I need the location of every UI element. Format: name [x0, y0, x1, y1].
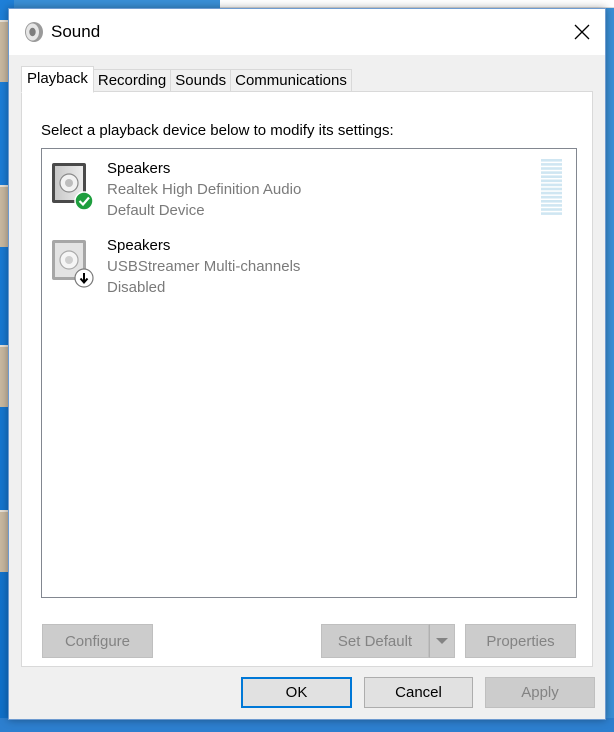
tab-playback[interactable]: Playback: [21, 66, 94, 93]
set-default-button[interactable]: Set Default: [321, 624, 429, 658]
background-window-edge: [220, 0, 614, 8]
device-status: Default Device: [107, 202, 205, 219]
instruction-text: Select a playback device below to modify…: [41, 122, 394, 139]
speaker-device-icon-disabled: [52, 240, 94, 288]
title-bar[interactable]: Sound: [9, 9, 605, 55]
meter-segment: [541, 208, 562, 211]
meter-segment: [541, 175, 562, 178]
device-name: Speakers: [107, 237, 171, 254]
device-status: Disabled: [107, 279, 166, 296]
taskbar-edge: [0, 718, 614, 732]
meter-segment: [541, 204, 562, 207]
properties-button[interactable]: Properties: [465, 624, 576, 658]
meter-segment: [541, 212, 562, 215]
meter-segment: [541, 191, 562, 195]
tab-recording[interactable]: Recording: [93, 69, 172, 92]
meter-segment: [541, 187, 562, 191]
device-list[interactable]: Speakers Realtek High Definition Audio D…: [41, 148, 577, 598]
close-icon: [574, 24, 590, 40]
cancel-button[interactable]: Cancel: [364, 677, 473, 708]
meter-segment: [541, 163, 562, 166]
down-arrow-icon: [74, 268, 94, 288]
meter-segment: [541, 171, 562, 174]
ok-button[interactable]: OK: [241, 677, 352, 708]
device-item-usbstreamer[interactable]: Speakers USBStreamer Multi-channels Disa…: [42, 226, 562, 298]
meter-segment: [541, 195, 562, 199]
close-button[interactable]: [559, 9, 605, 55]
configure-button[interactable]: Configure: [42, 624, 153, 658]
device-description: USBStreamer Multi-channels: [107, 258, 301, 275]
playback-panel: Select a playback device below to modify…: [21, 91, 593, 667]
meter-segment: [541, 183, 562, 187]
meter-segment: [541, 167, 562, 170]
tab-communications[interactable]: Communications: [231, 69, 352, 92]
set-default-dropdown[interactable]: [429, 624, 455, 658]
speaker-device-icon: [52, 163, 94, 211]
sound-dialog: Sound Playback Recording Sounds Communic…: [8, 8, 606, 720]
meter-segment: [541, 159, 562, 162]
chevron-down-icon: [436, 638, 448, 644]
device-item-realtek[interactable]: Speakers Realtek High Definition Audio D…: [42, 149, 562, 221]
volume-level-meter: [541, 159, 562, 215]
speaker-icon: [25, 22, 43, 42]
meter-segment: [541, 179, 562, 183]
window-title: Sound: [51, 22, 101, 41]
device-description: Realtek High Definition Audio: [107, 181, 302, 198]
tab-strip: Playback Recording Sounds Communications: [21, 66, 352, 93]
tab-sounds[interactable]: Sounds: [171, 69, 232, 92]
device-name: Speakers: [107, 160, 171, 177]
check-icon: [74, 191, 94, 211]
meter-segment: [541, 200, 562, 203]
apply-button[interactable]: Apply: [485, 677, 595, 708]
